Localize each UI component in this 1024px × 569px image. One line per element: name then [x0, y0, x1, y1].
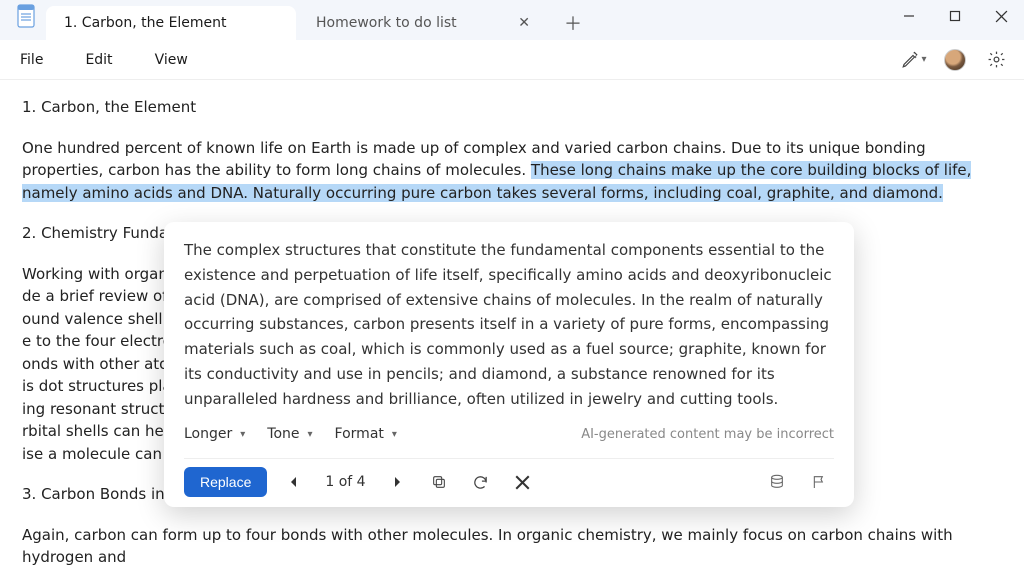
minimize-button[interactable] — [886, 0, 932, 32]
tab-title: Homework to do list — [316, 15, 512, 31]
replace-button[interactable]: Replace — [184, 467, 267, 497]
tab-active[interactable]: 1. Carbon, the Element — [46, 6, 296, 40]
ai-actions-row: Replace 1 of 4 — [184, 458, 834, 497]
copy-button[interactable] — [424, 467, 454, 497]
ai-rewrite-button[interactable]: ▾ — [900, 46, 928, 74]
app-icon — [16, 4, 36, 28]
doc-heading-1: 1. Carbon, the Element — [22, 96, 1002, 119]
menu-edit[interactable]: Edit — [79, 46, 128, 74]
tab-title: 1. Carbon, the Element — [64, 15, 284, 31]
avatar[interactable] — [944, 49, 966, 71]
chevron-down-icon: ▾ — [392, 427, 397, 444]
next-suggestion-button[interactable] — [382, 467, 412, 497]
ai-rewrite-popup: The complex structures that constitute t… — [164, 222, 854, 507]
ai-disclaimer: AI-generated content may be incorrect — [581, 424, 834, 445]
data-source-icon[interactable] — [762, 467, 792, 497]
ai-suggestion-text: The complex structures that constitute t… — [184, 238, 834, 411]
doc-paragraph-1: One hundred percent of known life on Ear… — [22, 137, 1002, 205]
option-format[interactable]: Format ▾ — [335, 423, 397, 446]
report-flag-icon[interactable] — [804, 467, 834, 497]
option-tone[interactable]: Tone ▾ — [267, 423, 312, 446]
option-longer[interactable]: Longer ▾ — [184, 423, 245, 446]
ai-options-row: Longer ▾ Tone ▾ Format ▾ AI-generated co… — [184, 423, 834, 446]
dismiss-button[interactable] — [508, 467, 538, 497]
doc-paragraph-3: Again, carbon can form up to four bonds … — [22, 524, 1002, 569]
chevron-down-icon: ▾ — [308, 427, 313, 444]
regenerate-button[interactable] — [466, 467, 496, 497]
window-controls — [886, 0, 1024, 40]
settings-button[interactable] — [982, 46, 1010, 74]
suggestion-counter: 1 of 4 — [321, 471, 369, 494]
tab-inactive[interactable]: Homework to do list ✕ — [298, 6, 548, 40]
chevron-down-icon: ▾ — [240, 427, 245, 444]
menu-bar: File Edit View ▾ — [0, 40, 1024, 80]
close-tab-icon[interactable]: ✕ — [512, 15, 536, 31]
maximize-button[interactable] — [932, 0, 978, 32]
menu-file[interactable]: File — [14, 46, 59, 74]
menu-view[interactable]: View — [149, 46, 204, 74]
close-window-button[interactable] — [978, 0, 1024, 32]
prev-suggestion-button[interactable] — [279, 467, 309, 497]
title-bar: 1. Carbon, the Element Homework to do li… — [0, 0, 1024, 40]
chevron-down-icon: ▾ — [921, 54, 926, 65]
new-tab-button[interactable]: ＋ — [556, 6, 590, 40]
